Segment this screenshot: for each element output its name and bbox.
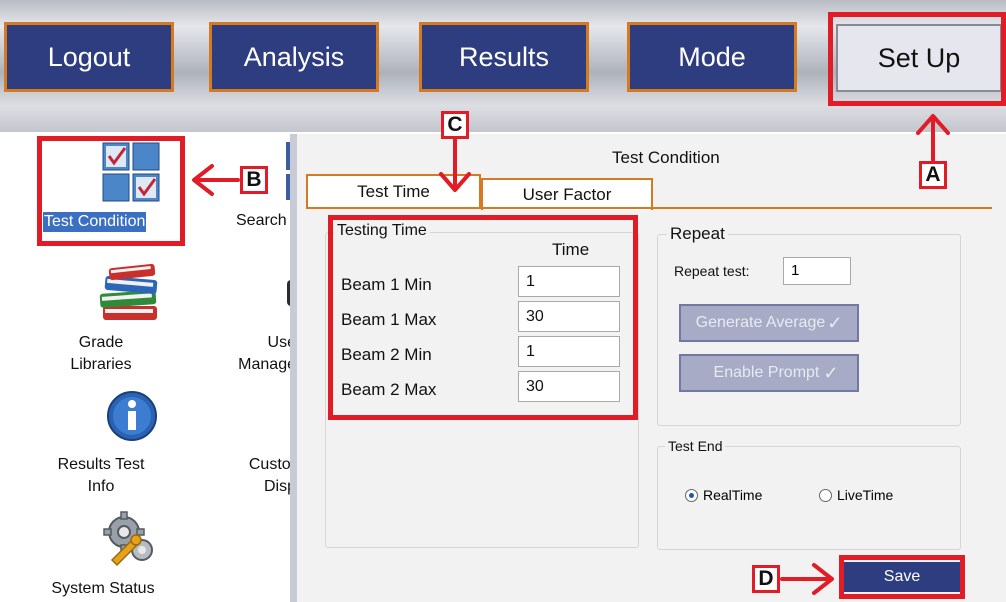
testing-time-legend: Testing Time <box>334 222 430 240</box>
results-test-info-label-line2: Info <box>87 478 115 495</box>
realtime-label: RealTime <box>703 487 763 503</box>
repeat-legend: Repeat <box>667 224 728 244</box>
results-button[interactable]: Results <box>419 22 589 92</box>
checkmark-icon: ✓ <box>827 312 843 333</box>
livetime-label: LiveTime <box>837 487 894 503</box>
test-condition-panel: Test Condition Test Time User Factor Tes… <box>297 134 1006 602</box>
setup-button[interactable]: Set Up <box>836 24 1002 92</box>
analysis-button[interactable]: Analysis <box>209 22 379 92</box>
enable-prompt-button[interactable]: Enable Prompt ✓ <box>679 354 859 392</box>
panel-divider <box>290 134 297 602</box>
gears-wrench-icon <box>103 511 153 567</box>
beam1-min-label: Beam 1 Min <box>341 275 432 294</box>
tab-test-time[interactable]: Test Time <box>306 174 481 208</box>
info-icon <box>107 391 157 441</box>
repeat-test-label: Repeat test: <box>674 263 750 279</box>
callout-label-c: C <box>441 111 469 139</box>
callout-label-d: D <box>752 565 780 593</box>
user-management-label-line1: Use <box>267 334 296 351</box>
user-management-label-line2: Manage <box>238 356 296 373</box>
test-condition-label: Test Condition <box>43 212 147 232</box>
beam1-max-input[interactable]: 30 <box>518 301 620 332</box>
generate-average-button[interactable]: Generate Average ✓ <box>679 304 859 342</box>
repeat-test-input[interactable]: 1 <box>783 257 851 285</box>
panel-title: Test Condition <box>612 148 720 167</box>
radio-unselected-icon <box>819 488 832 502</box>
callout-label-b: B <box>240 166 268 194</box>
generate-average-label: Generate Average <box>695 314 826 331</box>
livetime-radio[interactable]: LiveTime <box>819 487 893 503</box>
custom-display-label-line2: Disp <box>263 478 296 495</box>
user-management-nav-item[interactable]: Use Manage <box>232 332 296 376</box>
logout-button[interactable]: Logout <box>4 22 174 92</box>
custom-display-label-line1: Custor <box>248 456 296 473</box>
realtime-radio[interactable]: RealTime <box>685 487 762 503</box>
radio-selected-icon <box>685 488 698 502</box>
grade-libraries-nav-item[interactable]: Grade Libraries <box>58 332 144 376</box>
callout-label-a: A <box>919 161 947 189</box>
tab-user-factor[interactable]: User Factor <box>481 178 653 210</box>
results-test-info-label-line1: Results Test <box>57 456 145 473</box>
beam2-min-input[interactable]: 1 <box>518 336 620 367</box>
beam2-max-label: Beam 2 Max <box>341 380 437 399</box>
test-end-legend: Test End <box>665 438 726 454</box>
beam2-max-input[interactable]: 30 <box>518 371 620 402</box>
search-nav-item[interactable]: Search <box>236 210 287 232</box>
top-navigation-bar: Logout Analysis Results Mode Set Up <box>0 0 1006 132</box>
time-column-header: Time <box>552 240 590 259</box>
grade-libraries-label-line1: Grade <box>78 334 124 351</box>
left-navigation-panel: Test Condition Search Grade Libraries Us… <box>0 134 296 602</box>
system-status-nav-item[interactable]: System Status <box>44 578 162 600</box>
checkbox-grid-icon <box>102 142 160 202</box>
results-test-info-nav-item[interactable]: Results Test Info <box>42 454 160 498</box>
mode-button[interactable]: Mode <box>627 22 797 92</box>
beam2-min-label: Beam 2 Min <box>341 345 432 364</box>
grade-libraries-label-line2: Libraries <box>70 356 132 373</box>
test-condition-nav-item[interactable]: Test Condition <box>40 138 180 244</box>
books-icon <box>99 264 158 320</box>
custom-display-nav-item[interactable]: Custor Disp <box>232 454 296 498</box>
tab-content-border <box>306 207 992 209</box>
enable-prompt-label: Enable Prompt <box>713 364 820 381</box>
save-button[interactable]: Save <box>842 562 962 592</box>
checkmark-icon: ✓ <box>823 362 839 383</box>
beam1-min-input[interactable]: 1 <box>518 266 620 297</box>
beam1-max-label: Beam 1 Max <box>341 310 437 329</box>
